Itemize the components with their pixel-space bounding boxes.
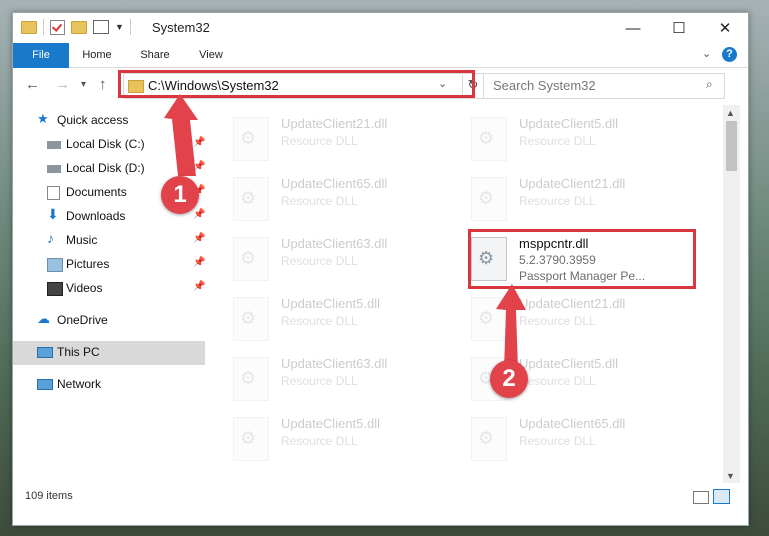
step-badge-2: 2 [490, 360, 528, 398]
annotation-arrows [164, 94, 526, 370]
step-badge-1: 1 [161, 176, 199, 214]
arrow-to-file [496, 284, 526, 370]
arrow-to-address [164, 94, 198, 176]
